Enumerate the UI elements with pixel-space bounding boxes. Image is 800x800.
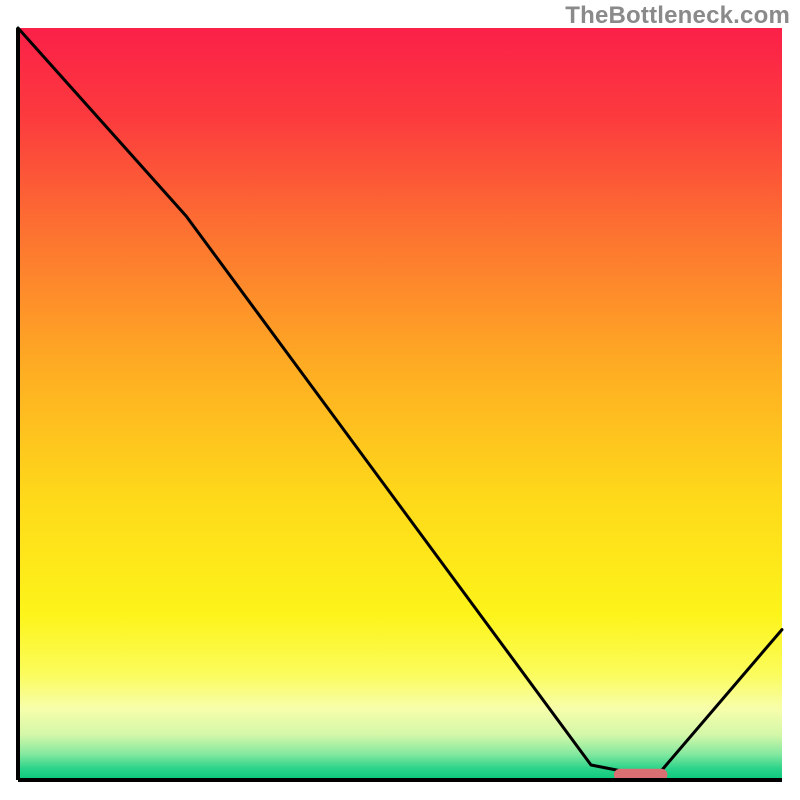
watermark-text: TheBottleneck.com — [565, 2, 790, 30]
chart-svg — [0, 0, 800, 800]
plot-background — [18, 28, 782, 780]
bottleneck-chart: TheBottleneck.com — [0, 0, 800, 800]
